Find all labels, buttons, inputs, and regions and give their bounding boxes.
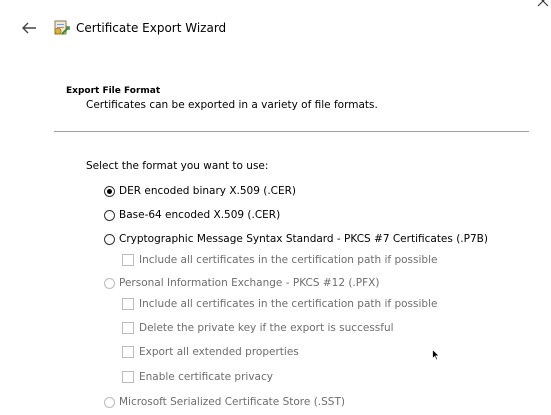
radio-der-label: DER encoded binary X.509 (.CER) [119,185,297,197]
radio-base64-indicator[interactable] [104,209,115,221]
mouse-pointer-icon [432,346,441,361]
checkbox-delete-private-key-box[interactable] [122,322,134,334]
checkbox-pkcs7-include-path-box[interactable] [122,254,134,266]
certificate-icon [52,19,70,37]
header-divider [54,131,529,132]
checkbox-export-extended-properties[interactable]: Export all extended properties [122,345,299,359]
format-prompt: Select the format you want to use: [86,160,269,172]
radio-pkcs7[interactable]: Cryptographic Message Syntax Standard - … [104,232,488,246]
radio-base64[interactable]: Base-64 encoded X.509 (.CER) [104,208,280,222]
radio-der-indicator[interactable] [104,185,115,197]
checkbox-pfx-include-path[interactable]: Include all certificates in the certific… [122,297,437,311]
checkbox-enable-privacy-box[interactable] [122,371,134,383]
radio-pkcs7-label: Cryptographic Message Syntax Standard - … [119,233,488,245]
checkbox-pfx-include-path-label: Include all certificates in the certific… [139,298,438,310]
radio-sst-label: Microsoft Serialized Certificate Store (… [119,396,345,408]
radio-base64-label: Base-64 encoded X.509 (.CER) [119,209,281,221]
checkbox-export-extended-properties-label: Export all extended properties [139,346,299,358]
checkbox-delete-private-key-label: Delete the private key if the export is … [139,322,394,334]
wizard-window: Certificate Export Wizard Export File Fo… [0,0,551,415]
window-title: Certificate Export Wizard [76,21,227,35]
checkbox-export-extended-properties-box[interactable] [122,346,134,358]
checkbox-delete-private-key[interactable]: Delete the private key if the export is … [122,321,394,335]
radio-der[interactable]: DER encoded binary X.509 (.CER) [104,184,296,198]
back-arrow-icon [22,22,36,34]
section-title: Export File Format [66,86,161,96]
checkbox-enable-privacy[interactable]: Enable certificate privacy [122,370,273,384]
radio-pkcs7-indicator[interactable] [104,233,115,245]
radio-pkcs12-indicator[interactable] [104,277,115,289]
radio-sst-indicator[interactable] [104,396,115,408]
section-description: Certificates can be exported in a variet… [86,99,378,111]
checkbox-pkcs7-include-path[interactable]: Include all certificates in the certific… [122,253,437,267]
back-button[interactable] [20,20,38,36]
radio-sst[interactable]: Microsoft Serialized Certificate Store (… [104,395,345,409]
close-icon [537,0,549,7]
checkbox-pkcs7-include-path-label: Include all certificates in the certific… [139,254,438,266]
checkbox-pfx-include-path-box[interactable] [122,298,134,310]
radio-pkcs12[interactable]: Personal Information Exchange - PKCS #12… [104,276,379,290]
close-button[interactable] [535,0,551,9]
radio-pkcs12-label: Personal Information Exchange - PKCS #12… [119,277,380,289]
checkbox-enable-privacy-label: Enable certificate privacy [139,371,273,383]
